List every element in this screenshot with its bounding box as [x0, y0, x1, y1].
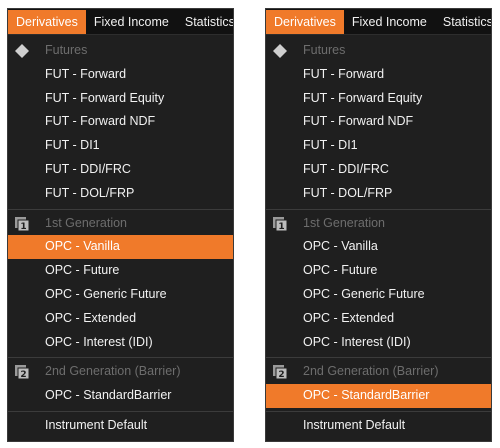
group-header-label: 2nd Generation (Barrier)	[303, 364, 439, 379]
group-header-futures: Futures	[8, 39, 233, 63]
menu-item-opc-standardbarrier[interactable]: OPC - StandardBarrier	[8, 384, 233, 408]
group-header-label: 1st Generation	[45, 215, 127, 230]
menu-item-instrument-default[interactable]: Instrument Default	[266, 414, 491, 438]
menu-item-opc-future[interactable]: OPC - Future	[8, 259, 233, 283]
group-header-2nd-generation-barrier: 2 2nd Generation (Barrier)	[266, 360, 491, 384]
menu-item-fut-di1[interactable]: FUT - DI1	[266, 134, 491, 158]
menu-item-fut-di1[interactable]: FUT - DI1	[8, 134, 233, 158]
menu-item-opc-interest-idi[interactable]: OPC - Interest (IDI)	[8, 331, 233, 355]
menu-item-instrument-default[interactable]: Instrument Default	[8, 414, 233, 438]
tab-statistics[interactable]: Statistics	[177, 10, 233, 34]
svg-text:2: 2	[20, 370, 26, 380]
group-header-label: 1st Generation	[303, 215, 385, 230]
group-header-2nd-generation-barrier: 2 2nd Generation (Barrier)	[8, 360, 233, 384]
tab-fixed-income[interactable]: Fixed Income	[86, 10, 177, 34]
menu-bar: Derivatives Fixed Income Statistics	[266, 9, 491, 35]
menu-separator	[8, 208, 233, 210]
svg-text:1: 1	[278, 222, 284, 232]
group-header-1st-generation: 1 1st Generation	[8, 212, 233, 236]
svg-text:2: 2	[278, 370, 284, 380]
menu-item-fut-forward-ndf[interactable]: FUT - Forward NDF	[266, 110, 491, 134]
tab-statistics[interactable]: Statistics	[435, 10, 491, 34]
menu-item-opc-extended[interactable]: OPC - Extended	[266, 307, 491, 331]
menu-separator	[266, 410, 491, 412]
menu-item-opc-generic-future[interactable]: OPC - Generic Future	[266, 283, 491, 307]
menu-panel-right: Derivatives Fixed Income Statistics Futures…	[265, 8, 492, 442]
menu-item-opc-interest-idi[interactable]: OPC - Interest (IDI)	[266, 331, 491, 355]
menu-separator	[266, 357, 491, 359]
first-generation-icon: 1	[14, 216, 30, 232]
svg-text:1: 1	[20, 222, 26, 232]
first-generation-icon: 1	[272, 216, 288, 232]
menu-bar: Derivatives Fixed Income Statistics	[8, 9, 233, 35]
tab-fixed-income[interactable]: Fixed Income	[344, 10, 435, 34]
tab-derivatives[interactable]: Derivatives	[266, 10, 344, 34]
menu-item-opc-vanilla[interactable]: OPC - Vanilla	[266, 235, 491, 259]
menu-item-fut-forward[interactable]: FUT - Forward	[266, 63, 491, 87]
menu-item-fut-ddi-frc[interactable]: FUT - DDI/FRC	[266, 158, 491, 182]
menu-item-opc-generic-future[interactable]: OPC - Generic Future	[8, 283, 233, 307]
group-header-label: Futures	[303, 43, 346, 57]
menu-item-opc-vanilla[interactable]: OPC - Vanilla	[8, 235, 233, 260]
menu-separator	[8, 357, 233, 359]
second-generation-icon: 2	[14, 364, 30, 380]
tab-derivatives[interactable]: Derivatives	[8, 10, 86, 34]
group-header-label: Futures	[45, 43, 88, 57]
group-header-futures: Futures	[266, 39, 491, 63]
menu-item-fut-ddi-frc[interactable]: FUT - DDI/FRC	[8, 158, 233, 182]
menu-item-opc-future[interactable]: OPC - Future	[266, 259, 491, 283]
menu-item-fut-dol-frp[interactable]: FUT - DOL/FRP	[266, 182, 491, 206]
diamond-icon	[272, 43, 288, 59]
menu-separator	[266, 208, 491, 210]
menu-item-fut-forward-equity[interactable]: FUT - Forward Equity	[8, 87, 233, 111]
menu-item-opc-standardbarrier[interactable]: OPC - StandardBarrier	[266, 384, 491, 408]
menu-item-opc-extended[interactable]: OPC - Extended	[8, 307, 233, 331]
menu-panel-left: Derivatives Fixed Income Statistics Futures…	[7, 8, 234, 442]
group-header-1st-generation: 1 1st Generation	[266, 212, 491, 236]
menu-item-fut-forward[interactable]: FUT - Forward	[8, 63, 233, 87]
second-generation-icon: 2	[272, 364, 288, 380]
menu-item-fut-forward-equity[interactable]: FUT - Forward Equity	[266, 87, 491, 111]
group-header-label: 2nd Generation (Barrier)	[45, 364, 181, 379]
menu-separator	[8, 410, 233, 412]
diamond-icon	[14, 43, 30, 59]
menu-item-fut-forward-ndf[interactable]: FUT - Forward NDF	[8, 110, 233, 134]
menu-item-fut-dol-frp[interactable]: FUT - DOL/FRP	[8, 182, 233, 206]
